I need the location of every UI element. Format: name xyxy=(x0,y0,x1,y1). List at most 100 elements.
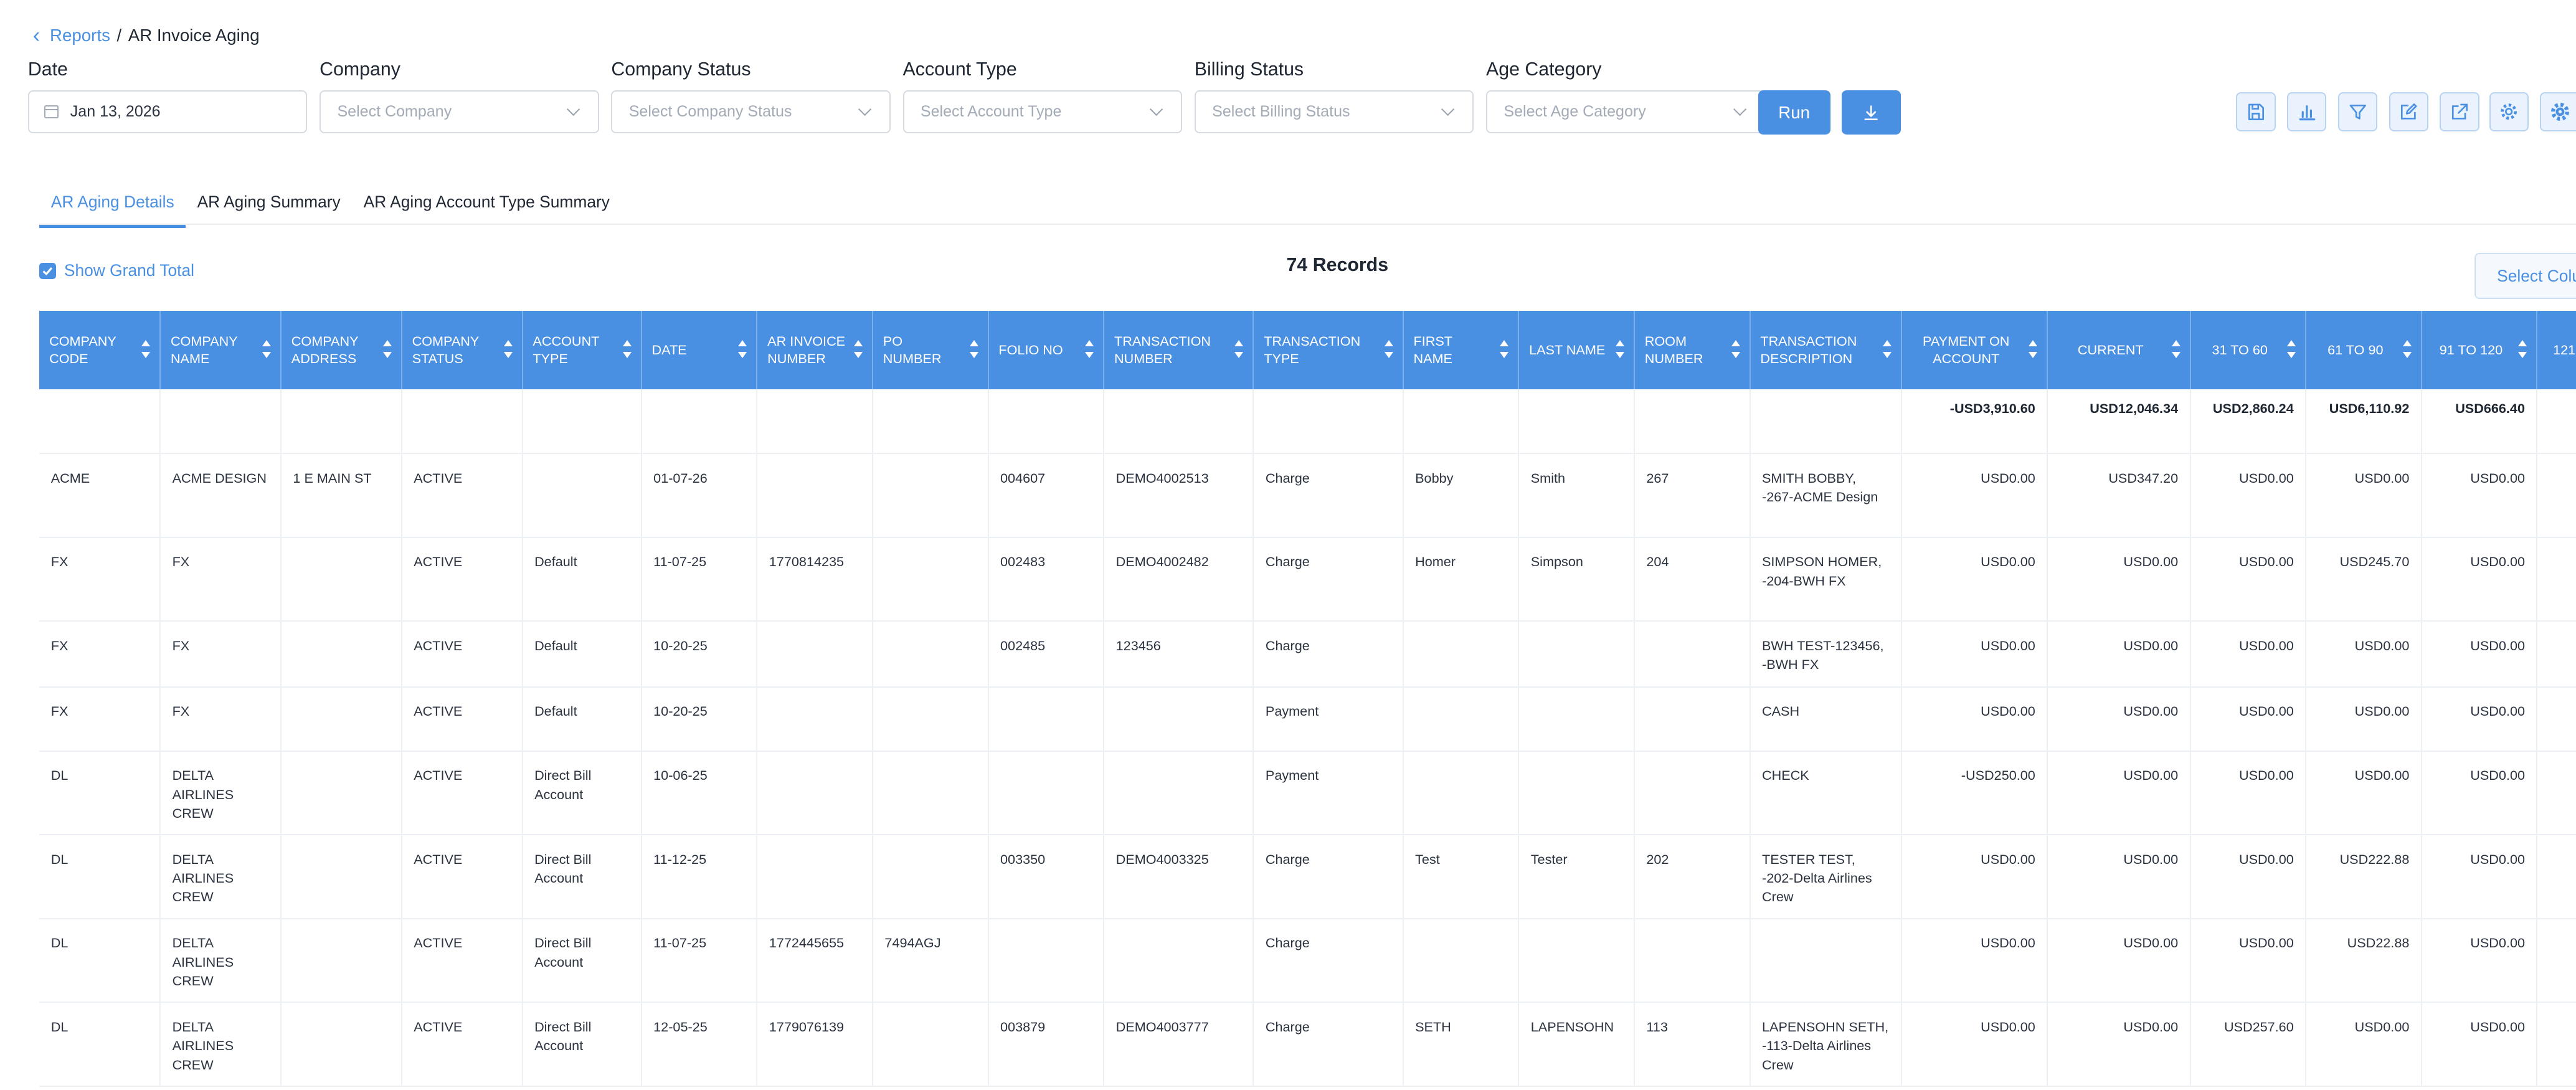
column-header[interactable]: TRANSACTION DESCRIPTION xyxy=(1750,310,1902,390)
company-select[interactable]: Select Company xyxy=(320,90,599,133)
table-cell: USD0.00 xyxy=(2421,686,2538,752)
column-header[interactable]: TRANSACTION TYPE xyxy=(1253,310,1404,390)
column-header[interactable]: COMPANY NAME xyxy=(160,310,282,390)
column-header[interactable]: DATE xyxy=(641,310,758,390)
sort-icon[interactable] xyxy=(2029,340,2039,360)
sort-icon[interactable] xyxy=(1731,340,1741,360)
breadcrumb-reports-link[interactable]: Reports xyxy=(50,26,110,45)
column-header[interactable]: CURRENT xyxy=(2047,310,2191,390)
column-header[interactable]: PO NUMBER xyxy=(872,310,989,390)
column-header[interactable]: LAST NAME xyxy=(1518,310,1635,390)
column-header[interactable]: PAYMENT ON ACCOUNT xyxy=(1901,310,2048,390)
tab-ar-aging-details[interactable]: AR Aging Details xyxy=(39,181,186,228)
sort-icon[interactable] xyxy=(262,340,272,360)
filter-age-category: Age Category Select Age Category xyxy=(1486,59,1766,133)
sort-icon[interactable] xyxy=(969,340,980,360)
column-header[interactable]: AR INVOICE NUMBER xyxy=(757,310,873,390)
table-cell xyxy=(1403,686,1520,752)
table-cell: USD0.00 xyxy=(1901,621,2048,688)
sort-icon[interactable] xyxy=(1500,340,1510,360)
total-cell xyxy=(280,389,402,455)
table-row[interactable]: DL DELTA AIRLINES CREW ACTIVE Direct Bill A… xyxy=(39,835,2576,919)
table-row[interactable]: FX FX ACTIVE Default 10-20-25 002485 123456 Cha… xyxy=(39,621,2576,688)
column-header[interactable]: 91 TO 120 xyxy=(2421,310,2538,390)
table-cell: TESTER TEST, -202-Delta Airlines Crew xyxy=(1750,835,1902,919)
table-row[interactable]: FX FX ACTIVE Default 11-07-25 1770814235 00248… xyxy=(39,537,2576,622)
select-placeholder: Select Company xyxy=(337,102,452,120)
sort-icon[interactable] xyxy=(503,340,514,360)
settings-gear-icon xyxy=(2550,102,2569,121)
sort-icon[interactable] xyxy=(1384,340,1395,360)
table-row[interactable]: ACME ACME DESIGN 1 E MAIN ST ACTIVE 01-07-26… xyxy=(39,453,2576,538)
run-button[interactable]: Run xyxy=(1758,90,1830,135)
edit-icon xyxy=(2401,103,2418,120)
sort-icon[interactable] xyxy=(2171,340,2182,360)
sort-icon[interactable] xyxy=(382,340,393,360)
table-cell: USD0.00 xyxy=(1901,1002,2048,1087)
column-header[interactable]: COMPANY STATUS xyxy=(401,310,523,390)
total-cell: USD666.40 xyxy=(2421,389,2538,455)
table-cell: USD0.00 xyxy=(2047,835,2191,919)
column-header[interactable]: 121 TO 150 xyxy=(2537,310,2576,390)
column-header[interactable]: COMPANY ADDRESS xyxy=(280,310,402,390)
sort-icon[interactable] xyxy=(1234,340,1244,360)
column-header[interactable]: 61 TO 90 xyxy=(2306,310,2422,390)
tab-ar-aging-summary[interactable]: AR Aging Summary xyxy=(186,181,352,228)
table-row[interactable]: DL DELTA AIRLINES CREW ACTIVE Direct Bill A… xyxy=(39,918,2576,1003)
column-header[interactable]: ACCOUNT TYPE xyxy=(522,310,642,390)
checkbox-checked-icon[interactable] xyxy=(39,262,56,280)
table-row[interactable]: FX FX ACTIVE Default 10-20-25 Payment CASH USD0… xyxy=(39,686,2576,752)
chevron-down-icon xyxy=(1441,103,1455,116)
advanced-settings-button[interactable] xyxy=(2540,92,2576,132)
export-button[interactable] xyxy=(2440,92,2479,132)
select-columns-button[interactable]: Select Columns xyxy=(2474,253,2576,300)
sort-icon[interactable] xyxy=(2518,340,2528,360)
column-header-label: 121 TO 150 xyxy=(2553,342,2576,358)
billing-status-select[interactable]: Select Billing Status xyxy=(1194,90,1474,133)
settings-button[interactable] xyxy=(2489,92,2529,132)
chart-button[interactable] xyxy=(2287,92,2327,132)
table-cell: CHECK xyxy=(1750,751,1902,836)
column-header[interactable]: FIRST NAME xyxy=(1403,310,1520,390)
sort-icon[interactable] xyxy=(738,340,748,360)
column-header[interactable]: COMPANY CODE xyxy=(39,310,161,390)
column-header[interactable]: ROOM NUMBER xyxy=(1634,310,1751,390)
total-cell xyxy=(1750,389,1902,455)
chevron-left-icon[interactable]: ‹ xyxy=(33,24,40,46)
column-header-label: 31 TO 60 xyxy=(2212,342,2268,358)
date-picker[interactable]: Jan 13, 2026 xyxy=(27,90,308,133)
save-report-button[interactable] xyxy=(2236,92,2276,132)
table-cell: Direct Bill Account xyxy=(522,835,642,919)
download-button[interactable] xyxy=(1842,90,1901,135)
account-type-select[interactable]: Select Account Type xyxy=(902,90,1182,133)
sort-icon[interactable] xyxy=(2287,340,2297,360)
column-header[interactable]: TRANSACTION NUMBER xyxy=(1104,310,1254,390)
sort-icon[interactable] xyxy=(1882,340,1893,360)
age-category-select[interactable]: Select Age Category xyxy=(1486,90,1766,133)
sort-icon[interactable] xyxy=(2402,340,2413,360)
table-cell xyxy=(1634,621,1751,688)
save-icon xyxy=(2248,103,2265,120)
sort-icon[interactable] xyxy=(853,340,864,360)
filter-button[interactable] xyxy=(2337,92,2378,132)
table-cell xyxy=(1403,751,1520,836)
table-cell: USD0.00 xyxy=(2306,453,2422,538)
show-grand-total-toggle[interactable]: Show Grand Total xyxy=(39,261,194,280)
company-status-select[interactable]: Select Company Status xyxy=(611,90,891,133)
sort-icon[interactable] xyxy=(622,340,633,360)
table-cell: DELTA AIRLINES CREW xyxy=(160,1002,282,1087)
sort-icon[interactable] xyxy=(141,340,151,360)
table-cell: ACTIVE xyxy=(401,1002,523,1087)
table-cell: USD0.00 xyxy=(2190,537,2307,622)
edit-button[interactable] xyxy=(2389,92,2428,132)
table-cell: LAPENSOHN SETH, -113-Delta Airlines Crew xyxy=(1750,1002,1902,1087)
sort-icon[interactable] xyxy=(1085,340,1095,360)
sort-icon[interactable] xyxy=(1615,340,1626,360)
table-row[interactable]: DL DELTA AIRLINES CREW ACTIVE Direct Bill A… xyxy=(39,751,2576,836)
column-header[interactable]: FOLIO NO xyxy=(988,310,1105,390)
total-cell xyxy=(1403,389,1520,455)
table-cell: USD0.00 xyxy=(2047,918,2191,1003)
table-row[interactable]: DL DELTA AIRLINES CREW ACTIVE Direct Bill A… xyxy=(39,1002,2576,1087)
tab-ar-aging-account-type-summary[interactable]: AR Aging Account Type Summary xyxy=(352,181,621,228)
column-header[interactable]: 31 TO 60 xyxy=(2190,310,2307,390)
